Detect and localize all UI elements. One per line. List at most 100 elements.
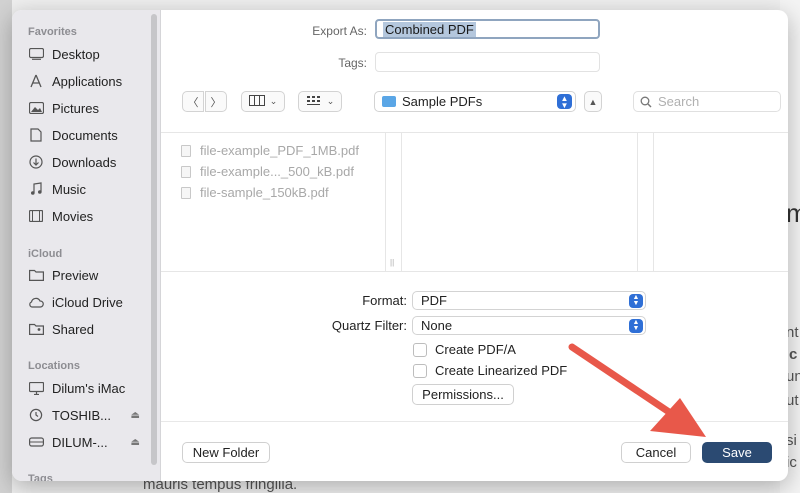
export-as-field[interactable]: Combined PDF	[375, 19, 600, 39]
checkbox-box	[413, 363, 427, 378]
cancel-button[interactable]: Cancel	[621, 442, 691, 463]
file-name: file-sample_150kB.pdf	[200, 185, 329, 200]
forward-button[interactable]: 〉	[205, 91, 227, 112]
folder-icon	[382, 96, 396, 107]
eject-icon[interactable]: ⏏	[131, 437, 140, 448]
sidebar-item-downloads[interactable]: Downloads	[28, 150, 150, 174]
location-value: Sample PDFs	[402, 94, 483, 109]
file-item[interactable]: file-sample_150kB.pdf	[181, 185, 329, 200]
sidebar-scrollbar[interactable]	[151, 14, 157, 465]
time-machine-icon	[28, 407, 44, 423]
sidebar-item-label: Movies	[52, 208, 94, 224]
location-popup[interactable]: Sample PDFs ▲ ▼	[374, 91, 576, 112]
create-pdfa-checkbox[interactable]: Create PDF/A	[413, 342, 516, 357]
pdf-file-icon	[181, 144, 191, 157]
search-icon	[640, 96, 652, 108]
sidebar-header-tags: Tags	[28, 473, 53, 481]
sidebar-item-label: Dilum's iMac	[52, 380, 126, 396]
permissions-button[interactable]: Permissions...	[412, 384, 514, 405]
document-icon	[28, 127, 44, 143]
shared-folder-icon	[28, 321, 44, 337]
folder-icon	[28, 267, 44, 283]
checkbox-box	[413, 342, 427, 357]
sidebar-item-label: iCloud Drive	[52, 294, 123, 310]
sidebar-item-label: Pictures	[52, 100, 99, 116]
expand-toggle-button[interactable]: ▲	[584, 91, 602, 112]
save-dialog: Favorites Desktop Applications Pictures …	[12, 10, 788, 481]
sidebar-item-documents[interactable]: Documents	[28, 123, 150, 147]
background-text: un	[786, 368, 800, 385]
save-button[interactable]: Save	[702, 442, 772, 463]
create-linearized-label: Create Linearized PDF	[435, 363, 568, 378]
chevron-up-icon: ▲	[588, 96, 598, 107]
sidebar-item-music[interactable]: Music	[28, 177, 150, 201]
create-linearized-checkbox[interactable]: Create Linearized PDF	[413, 363, 567, 378]
sidebar-item-label: Documents	[52, 127, 118, 143]
eject-icon[interactable]: ⏏	[131, 410, 140, 421]
music-icon	[28, 181, 44, 197]
column-view-icon	[248, 94, 265, 109]
format-value: PDF	[421, 293, 447, 308]
back-button[interactable]: 〈	[182, 91, 204, 112]
sidebar: Favorites Desktop Applications Pictures …	[12, 10, 161, 481]
column-divider[interactable]	[385, 133, 386, 271]
quartz-filter-popup[interactable]: None ▲ ▼	[412, 316, 646, 335]
group-view-button[interactable]: ⌄	[298, 91, 342, 112]
pictures-icon	[28, 100, 44, 116]
file-item[interactable]: file-example..._500_kB.pdf	[181, 164, 354, 179]
file-name: file-example..._500_kB.pdf	[200, 164, 354, 179]
desktop-icon	[28, 46, 44, 62]
export-as-value: Combined PDF	[383, 21, 476, 37]
format-popup[interactable]: PDF ▲ ▼	[412, 291, 646, 310]
computer-icon	[28, 380, 44, 396]
updown-chevron-icon: ▲ ▼	[629, 293, 643, 308]
file-item[interactable]: file-example_PDF_1MB.pdf	[181, 143, 359, 158]
sidebar-item-movies[interactable]: Movies	[28, 204, 150, 228]
updown-chevron-icon: ▲ ▼	[629, 318, 643, 333]
create-pdfa-label: Create PDF/A	[435, 342, 516, 357]
tags-label: Tags:	[338, 56, 367, 70]
column-divider[interactable]	[653, 133, 654, 271]
search-field[interactable]: Search	[633, 91, 781, 112]
cloud-icon	[28, 294, 44, 310]
background-text: c	[789, 346, 798, 363]
sidebar-item-applications[interactable]: Applications	[28, 69, 150, 93]
column-divider[interactable]	[637, 133, 638, 271]
chevron-down-icon: ⌄	[326, 96, 335, 106]
main-panel: Export As: Combined PDF Tags: 〈 〉 ⌄ ⌄ Sa…	[161, 10, 788, 481]
sidebar-item-label: DILUM-...	[52, 434, 108, 450]
sidebar-item-label: Applications	[52, 73, 123, 89]
sidebar-item-label: Music	[52, 181, 86, 197]
grid-icon	[306, 95, 322, 109]
new-folder-button[interactable]: New Folder	[182, 442, 270, 463]
tags-field[interactable]	[375, 52, 600, 72]
chevron-right-icon: 〉	[210, 96, 222, 109]
chevron-left-icon: 〈	[187, 96, 199, 109]
divider	[161, 421, 788, 422]
quartz-filter-value: None	[421, 318, 453, 333]
search-placeholder: Search	[658, 94, 700, 109]
chevron-down-icon: ⌄	[269, 96, 278, 106]
file-name: file-example_PDF_1MB.pdf	[200, 143, 359, 158]
sidebar-item-label: Desktop	[52, 46, 100, 62]
sidebar-item-toshiba[interactable]: TOSHIB... ⏏	[28, 403, 150, 427]
sidebar-item-label: Downloads	[52, 154, 117, 170]
column-divider[interactable]	[401, 133, 402, 271]
sidebar-header-icloud: iCloud	[28, 248, 63, 260]
column-resize-grip-icon[interactable]: ||	[390, 258, 394, 267]
sidebar-item-shared[interactable]: Shared	[28, 317, 150, 341]
pdf-file-icon	[181, 186, 191, 199]
format-label: Format:	[362, 293, 407, 308]
file-browser: file-example_PDF_1MB.pdf file-example...…	[161, 132, 788, 272]
sidebar-item-dilum-drive[interactable]: DILUM-... ⏏	[28, 430, 150, 454]
column-view-button[interactable]: ⌄	[241, 91, 285, 112]
sidebar-header-locations: Locations	[28, 360, 80, 372]
sidebar-item-preview[interactable]: Preview	[28, 263, 150, 287]
sidebar-item-icloud-drive[interactable]: iCloud Drive	[28, 290, 150, 314]
quartz-filter-label: Quartz Filter:	[331, 318, 407, 333]
sidebar-item-desktop[interactable]: Desktop	[28, 42, 150, 66]
sidebar-item-imac[interactable]: Dilum's iMac	[28, 376, 150, 400]
sidebar-header-favorites: Favorites	[28, 26, 77, 38]
sidebar-item-label: TOSHIB...	[52, 407, 111, 423]
sidebar-item-pictures[interactable]: Pictures	[28, 96, 150, 120]
